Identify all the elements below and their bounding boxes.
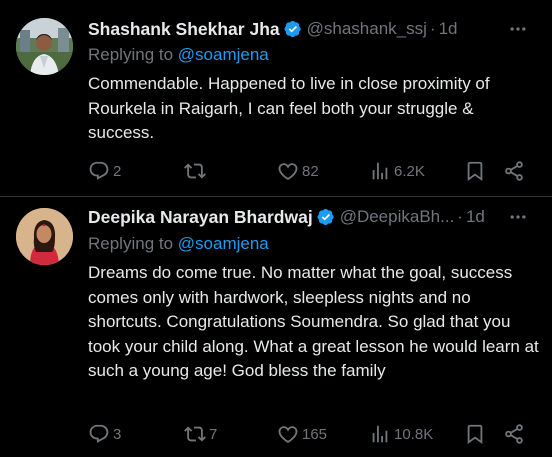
like-icon (277, 423, 299, 445)
views-button[interactable]: 10.8K (369, 421, 433, 447)
author-handle[interactable]: @DeepikaBh... (340, 207, 455, 227)
tweet-text: Commendable. Happened to live in close p… (88, 74, 490, 142)
author-handle[interactable]: @shashank_ssj (307, 19, 427, 39)
tweet[interactable]: Deepika Narayan Bhardwaj @DeepikaBh... ·… (0, 197, 552, 457)
reply-icon (88, 423, 110, 445)
more-icon[interactable] (506, 206, 530, 228)
replying-to: Replying to @soamjena (88, 45, 269, 65)
replying-to-link[interactable]: @soamjena (178, 234, 269, 253)
replying-prefix: Replying to (88, 234, 178, 253)
bookmark-icon (464, 423, 486, 445)
repost-icon (184, 160, 206, 182)
share-icon (503, 423, 525, 445)
replying-prefix: Replying to (88, 45, 178, 64)
avatar[interactable] (16, 18, 73, 75)
bookmark-button[interactable] (464, 158, 486, 184)
verified-badge-icon (317, 208, 335, 226)
tweet-header: Shashank Shekhar Jha @shashank_ssj · 1d (88, 18, 538, 40)
tweet-header: Deepika Narayan Bhardwaj @DeepikaBh... ·… (88, 206, 538, 228)
share-icon (503, 160, 525, 182)
replying-to: Replying to @soamjena (88, 234, 269, 254)
views-button[interactable]: 6.2K (369, 158, 425, 184)
like-icon (277, 160, 299, 182)
repost-button[interactable] (184, 158, 209, 184)
tweet-actions: 2 82 6.2K (88, 158, 536, 184)
like-count: 165 (302, 425, 328, 443)
reply-button[interactable]: 2 (88, 158, 121, 184)
author-name[interactable]: Deepika Narayan Bhardwaj (88, 207, 313, 228)
replying-to-link[interactable]: @soamjena (178, 45, 269, 64)
tweet[interactable]: Shashank Shekhar Jha @shashank_ssj · 1d … (0, 0, 552, 196)
timestamp[interactable]: 1d (466, 207, 485, 227)
like-button[interactable]: 165 (277, 421, 327, 447)
avatar[interactable] (16, 208, 73, 265)
reply-count: 3 (113, 425, 122, 443)
share-button[interactable] (503, 421, 525, 447)
tweet-text: Dreams do come true. No matter what the … (88, 263, 539, 380)
separator-dot: · (429, 19, 436, 38)
separator-dot: · (457, 207, 463, 226)
author-name[interactable]: Shashank Shekhar Jha (88, 19, 280, 40)
like-button[interactable]: 82 (277, 158, 319, 184)
repost-count: 7 (209, 425, 218, 443)
verified-badge-icon (284, 20, 302, 38)
share-button[interactable] (503, 158, 525, 184)
view-count: 10.8K (394, 425, 434, 443)
like-count: 82 (302, 162, 319, 180)
repost-button[interactable]: 7 (184, 421, 217, 447)
repost-icon (184, 423, 206, 445)
bookmark-icon (464, 160, 486, 182)
reply-button[interactable]: 3 (88, 421, 121, 447)
timestamp[interactable]: 1d (439, 19, 458, 39)
views-icon (369, 160, 391, 182)
bookmark-button[interactable] (464, 421, 486, 447)
more-icon[interactable] (506, 18, 530, 40)
tweet-actions: 3 7 165 10.8K (88, 421, 536, 447)
views-icon (369, 423, 391, 445)
view-count: 6.2K (394, 162, 425, 180)
reply-icon (88, 160, 110, 182)
reply-count: 2 (113, 162, 122, 180)
